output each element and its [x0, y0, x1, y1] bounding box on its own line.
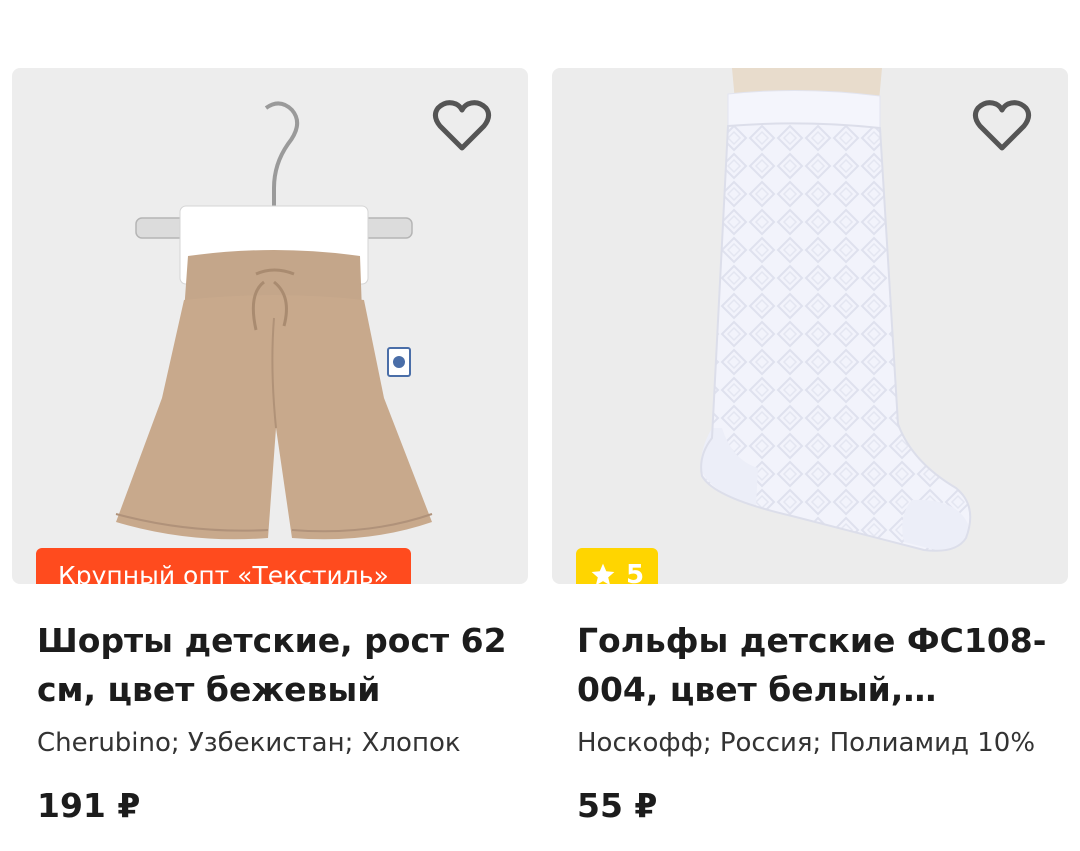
favorite-button[interactable]	[432, 98, 492, 154]
rating-value: 5	[626, 560, 645, 584]
product-title[interactable]: Шорты детские, рост 62 см, цвет бежевый	[37, 616, 507, 714]
favorite-button[interactable]	[972, 98, 1032, 154]
product-image[interactable]: 5	[552, 68, 1068, 584]
product-description: Cherubino; Узбекистан; Хлопок	[37, 728, 461, 758]
product-title[interactable]: Гольфы детские ФС108-004, цвет белый, ра…	[577, 616, 1047, 714]
product-description: Носкофф; Россия; Полиамид 10%	[577, 728, 1036, 758]
product-grid: Крупный опт «Текстиль» Шорты детские, ро…	[0, 0, 1080, 851]
product-card[interactable]: Крупный опт «Текстиль» Шорты детские, ро…	[12, 68, 528, 825]
seller-badge-text: Крупный опт «Текстиль»	[58, 560, 389, 585]
product-image[interactable]: Крупный опт «Текстиль»	[12, 68, 528, 584]
heart-outline-icon	[432, 100, 492, 151]
heart-outline-icon	[972, 100, 1032, 151]
star-icon	[591, 563, 615, 584]
product-price: 191 ₽	[37, 786, 141, 825]
rating-badge: 5	[576, 548, 659, 584]
seller-badge: Крупный опт «Текстиль»	[36, 548, 411, 584]
product-price: 55 ₽	[577, 786, 658, 825]
product-card[interactable]: 5 Гольфы детские ФС108-004, цвет белый, …	[552, 68, 1068, 825]
